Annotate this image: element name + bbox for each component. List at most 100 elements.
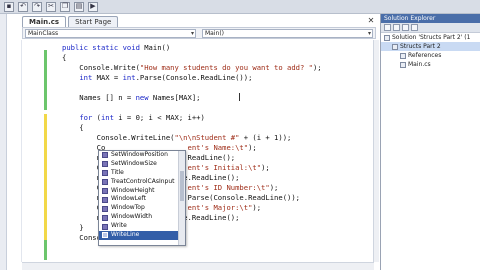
properties-icon[interactable] [384, 24, 391, 31]
code-token: int [79, 73, 93, 82]
code-token: { [62, 123, 84, 132]
intellisense-item-label: Write [111, 222, 127, 230]
horizontal-scrollbar[interactable] [22, 262, 374, 270]
solution-tree-item[interactable]: Structs Part 2 [381, 42, 480, 51]
intellisense-item[interactable]: Write [99, 222, 185, 231]
show-all-files-icon[interactable] [393, 24, 400, 31]
solution-explorer: Solution Explorer Solution 'Structs Part… [380, 14, 480, 270]
chevron-down-icon: ▾ [190, 30, 194, 37]
project-item-icon [384, 34, 390, 41]
code-token: Names[MAX]; [148, 93, 201, 102]
change-marker-saved [44, 50, 47, 110]
code-token: "\n\nStudent #" [174, 133, 240, 142]
undo-icon[interactable]: ↶ [18, 1, 28, 12]
solution-tree-item[interactable]: Main.cs [381, 60, 480, 69]
code-token: ); [312, 63, 322, 72]
intellisense-item-label: WindowTop [111, 204, 145, 212]
code-token: Console.WriteLine( [62, 133, 175, 142]
class-combo[interactable]: MainClass ▾ [25, 29, 196, 38]
view-code-icon[interactable] [411, 24, 418, 31]
code-token: new [135, 93, 149, 102]
intellisense-item-label: SetWindowSize [111, 159, 157, 167]
project-item-icon [392, 43, 398, 50]
navigation-bar: MainClass ▾ Main() ▾ [22, 27, 376, 39]
change-marker-saved [44, 240, 47, 260]
intellisense-popup[interactable]: SetWindowPosition SetWindowSize Title Treat… [98, 150, 186, 246]
code-token: + (i + 1)); [239, 133, 292, 142]
member-combo[interactable]: Main() ▾ [202, 29, 373, 38]
code-token: n [62, 153, 101, 162]
intellisense-item[interactable]: WindowWidth [99, 213, 185, 222]
toolbar: ▪ ↶ ↷ ✂ ❐ ▤ ▶ [0, 0, 480, 14]
project-item-icon [400, 61, 406, 68]
tab-1[interactable]: Start Page [68, 16, 119, 27]
member-icon [102, 205, 108, 212]
intellisense-item[interactable]: TreatControlCAsInput [99, 178, 185, 187]
member-icon [102, 161, 108, 168]
code-token: Main() [144, 43, 171, 52]
intellisense-item-label: Title [111, 168, 124, 176]
code-token: .Parse(Console.ReadLine()); [135, 73, 253, 82]
code-line[interactable]: int MAX = int.Parse(Console.ReadLine()); [62, 73, 252, 83]
solution-explorer-toolbar [381, 23, 480, 33]
code-line[interactable]: Console.Write("How many students do you … [62, 63, 322, 73]
intellisense-scrollbar[interactable] [178, 151, 185, 245]
member-icon [102, 223, 108, 230]
code-line[interactable]: } [62, 223, 84, 233]
intellisense-item-label: TreatControlCAsInput [111, 177, 175, 185]
save-icon[interactable]: ▪ [4, 1, 14, 12]
project-item-icon [400, 52, 406, 59]
code-token: public static void [62, 43, 145, 52]
cut-icon[interactable]: ✂ [46, 1, 56, 12]
intellisense-item[interactable]: SetWindowSize [99, 160, 185, 169]
intellisense-item[interactable]: Title [99, 169, 185, 178]
code-line[interactable]: public static void Main() [62, 43, 170, 53]
change-marker-unsaved [44, 114, 47, 240]
intellisense-scroll-thumb[interactable] [180, 171, 184, 201]
code-line[interactable]: { [62, 53, 66, 63]
toolbox-strip[interactable] [0, 14, 7, 270]
code-line[interactable]: for (int i = 0; i < MAX; i++) [62, 113, 205, 123]
solution-tree-item[interactable]: Solution 'Structs Part 2' (1 [381, 33, 480, 42]
copy-icon[interactable]: ❐ [60, 1, 70, 12]
member-combo-value: Main() [205, 30, 225, 37]
member-icon [102, 170, 108, 177]
tab-0[interactable]: Main.cs [22, 16, 67, 27]
solution-tree-item-label: Structs Part 2 [400, 43, 441, 50]
code-token: int [100, 113, 114, 122]
solution-tree-item[interactable]: References [381, 51, 480, 60]
close-tab-icon[interactable]: ✕ [366, 16, 376, 26]
code-line[interactable]: Console.WriteLine("\n\nStudent #" + (i +… [62, 133, 292, 143]
code-token: ( [92, 113, 101, 122]
code-line[interactable]: { [62, 123, 84, 133]
intellisense-item[interactable]: WriteLine [99, 231, 185, 240]
member-icon [102, 179, 108, 186]
code-token: ); [252, 203, 262, 212]
code-editor[interactable]: public static void Main(){ Console.Write… [22, 40, 374, 262]
solution-tree-item-label: Main.cs [408, 61, 431, 68]
intellisense-item[interactable]: SetWindowPosition [99, 151, 185, 160]
paste-icon[interactable]: ▤ [74, 1, 84, 12]
intellisense-item-label: WindowWidth [111, 213, 153, 221]
code-token: Names [] n = [62, 93, 136, 102]
code-token: { [62, 53, 67, 62]
member-icon [102, 232, 108, 239]
intellisense-item[interactable]: WindowLeft [99, 195, 185, 204]
refresh-icon[interactable] [402, 24, 409, 31]
run-icon[interactable]: ▶ [88, 1, 98, 12]
member-icon [102, 152, 108, 159]
chevron-down-icon: ▾ [367, 30, 371, 37]
redo-icon[interactable]: ↷ [32, 1, 42, 12]
code-token: } [62, 223, 84, 232]
intellisense-item[interactable]: WindowTop [99, 204, 185, 213]
code-line[interactable]: Names [] n = new Names[MAX]; [62, 93, 201, 103]
intellisense-item[interactable]: WindowHeight [99, 187, 185, 196]
solution-tree-item-label: Solution 'Structs Part 2' (1 [392, 34, 471, 41]
mouse-caret-icon [239, 93, 240, 101]
member-icon [102, 188, 108, 194]
code-token: ); [261, 163, 270, 172]
intellisense-item-label: WindowHeight [111, 186, 155, 194]
code-token: ); [269, 183, 279, 192]
vertical-scrollbar[interactable] [373, 40, 379, 262]
